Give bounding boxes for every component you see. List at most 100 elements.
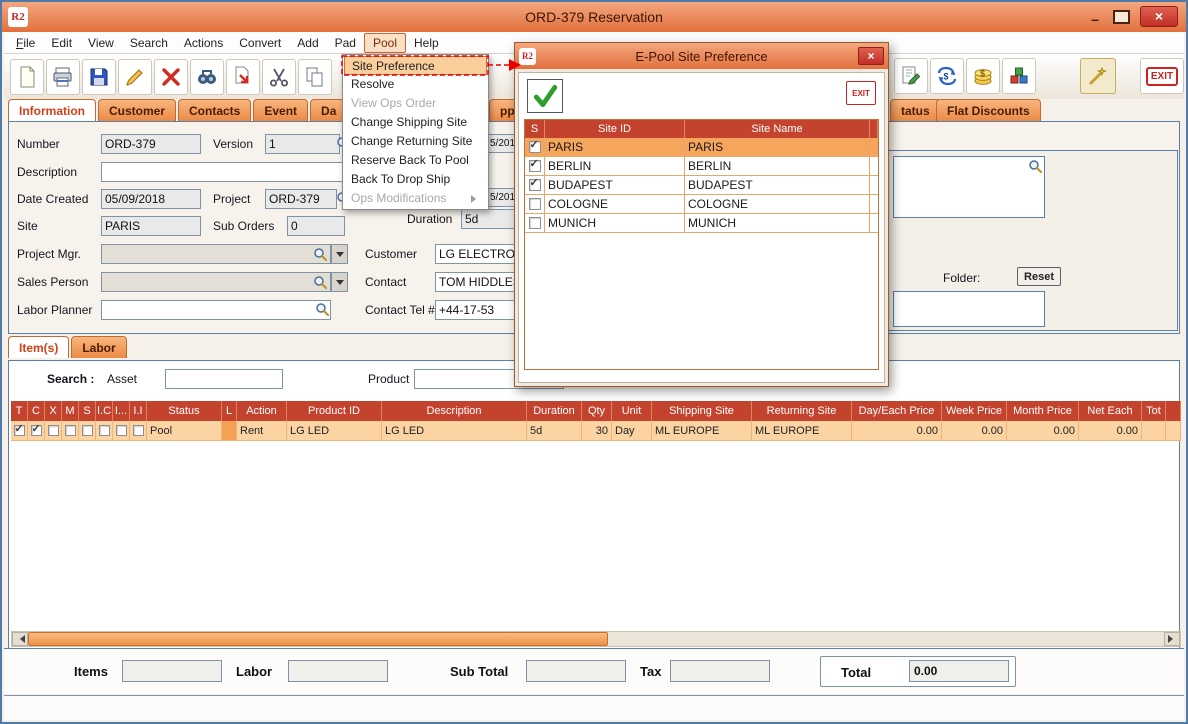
- item-checkbox[interactable]: [116, 425, 127, 436]
- items-column-header-product-id[interactable]: Product ID: [287, 401, 382, 421]
- pool-menu-item-back-to-drop-ship[interactable]: Back To Drop Ship: [344, 170, 487, 189]
- menu-pool[interactable]: Pool: [364, 33, 406, 53]
- copy-button[interactable]: [298, 59, 332, 95]
- horizontal-scrollbar[interactable]: [11, 631, 1181, 647]
- items-column-header-x[interactable]: X: [45, 401, 62, 421]
- close-button[interactable]: ×: [1140, 6, 1178, 27]
- project-mgr-search-icon[interactable]: [313, 247, 327, 264]
- items-column-header-t[interactable]: T: [11, 401, 28, 421]
- scrollbar-track[interactable]: [28, 632, 1164, 646]
- reset-button[interactable]: Reset: [1017, 267, 1061, 286]
- tab-contacts[interactable]: Contacts: [178, 99, 251, 121]
- site-select-cell[interactable]: [525, 157, 545, 175]
- menu-add[interactable]: Add: [289, 34, 326, 52]
- labor-planner-search-icon[interactable]: [315, 302, 329, 319]
- site-row[interactable]: BERLINBERLIN: [525, 157, 878, 176]
- site-checkbox[interactable]: [529, 160, 541, 172]
- site-checkbox[interactable]: [529, 179, 541, 191]
- tab-event[interactable]: Event: [253, 99, 308, 121]
- item-flag-cell[interactable]: [113, 421, 130, 441]
- site-row[interactable]: PARISPARIS: [525, 138, 878, 157]
- menu-help[interactable]: Help: [406, 34, 447, 52]
- delete-button[interactable]: [154, 59, 188, 95]
- tab-flat-discounts[interactable]: Flat Discounts: [936, 99, 1041, 121]
- pool-menu-item-view-ops-order[interactable]: View Ops Order: [344, 94, 487, 113]
- dialog-close-button[interactable]: ×: [858, 47, 884, 65]
- sales-person-dropdown-button[interactable]: [331, 272, 348, 292]
- site-column-header-site-name[interactable]: Site Name: [685, 120, 870, 138]
- items-column-header-s[interactable]: S: [79, 401, 96, 421]
- save-button[interactable]: [82, 59, 116, 95]
- wand-button[interactable]: [1080, 58, 1116, 94]
- item-checkbox[interactable]: [133, 425, 144, 436]
- item-flag-cell[interactable]: [130, 421, 147, 441]
- item-checkbox[interactable]: [99, 425, 110, 436]
- date-created-input[interactable]: [101, 189, 201, 209]
- items-column-header-action[interactable]: Action: [237, 401, 287, 421]
- items-column-header-status[interactable]: Status: [147, 401, 222, 421]
- site-checkbox[interactable]: [529, 217, 541, 229]
- exit-button[interactable]: EXIT: [1140, 58, 1184, 94]
- items-column-header-l[interactable]: L: [222, 401, 237, 421]
- items-total-input[interactable]: [122, 660, 222, 682]
- currency-exchange-button[interactable]: $: [930, 58, 964, 94]
- export-button[interactable]: [226, 59, 260, 95]
- site-checkbox[interactable]: [529, 141, 541, 153]
- items-column-header-month-price[interactable]: Month Price: [1007, 401, 1079, 421]
- duration-input[interactable]: [461, 209, 519, 229]
- items-column-header-description[interactable]: Description: [382, 401, 527, 421]
- products-button[interactable]: [1002, 58, 1036, 94]
- items-column-header-unit[interactable]: Unit: [612, 401, 652, 421]
- customer-input[interactable]: [435, 244, 521, 264]
- items-column-header-tot[interactable]: Tot: [1142, 401, 1166, 421]
- find-button[interactable]: [190, 59, 224, 95]
- tab-item-s[interactable]: Item(s): [8, 336, 69, 358]
- item-flag-cell[interactable]: [62, 421, 79, 441]
- pool-menu-item-ops-modifications[interactable]: Ops Modifications: [344, 189, 487, 208]
- menu-convert[interactable]: Convert: [231, 34, 289, 52]
- site-select-cell[interactable]: [525, 214, 545, 232]
- comments-textarea[interactable]: [893, 156, 1045, 218]
- menu-edit[interactable]: Edit: [43, 34, 80, 52]
- item-checkbox[interactable]: [65, 425, 76, 436]
- menu-pad[interactable]: Pad: [327, 34, 364, 52]
- site-column-header-site-id[interactable]: Site ID: [545, 120, 685, 138]
- item-checkbox[interactable]: [14, 425, 25, 436]
- item-checkbox[interactable]: [48, 425, 59, 436]
- item-flag-cell[interactable]: [96, 421, 113, 441]
- project-mgr-dropdown-button[interactable]: [331, 244, 348, 264]
- labor-total-input[interactable]: [288, 660, 388, 682]
- items-column-header-duration[interactable]: Duration: [527, 401, 582, 421]
- pool-menu-item-change-shipping-site[interactable]: Change Shipping Site: [344, 113, 487, 132]
- scroll-right-button[interactable]: [1164, 632, 1180, 646]
- site-input[interactable]: [101, 216, 201, 236]
- labor-planner-input[interactable]: [101, 300, 331, 320]
- items-column-header-net-each[interactable]: Net Each: [1079, 401, 1142, 421]
- project-input[interactable]: [265, 189, 337, 209]
- items-column-header-i[interactable]: I...: [113, 401, 130, 421]
- tab-customer[interactable]: Customer: [98, 99, 176, 121]
- items-column-header-m[interactable]: M: [62, 401, 79, 421]
- asset-search-input[interactable]: [165, 369, 283, 389]
- cut-button[interactable]: [262, 59, 296, 95]
- sales-person-search-icon[interactable]: [313, 275, 327, 292]
- menu-view[interactable]: View: [80, 34, 122, 52]
- contact-input[interactable]: [435, 272, 521, 292]
- new-document-button[interactable]: [10, 59, 44, 95]
- menu-search[interactable]: Search: [122, 34, 176, 52]
- items-column-header-week-price[interactable]: Week Price: [942, 401, 1007, 421]
- tab-information[interactable]: Information: [8, 99, 96, 121]
- item-checkbox[interactable]: [31, 425, 42, 436]
- print-button[interactable]: [46, 59, 80, 95]
- site-select-cell[interactable]: [525, 176, 545, 194]
- project-mgr-combo[interactable]: [101, 244, 331, 264]
- item-flag-cell[interactable]: [28, 421, 45, 441]
- item-flag-cell[interactable]: [45, 421, 62, 441]
- items-table-row[interactable]: PoolRentLG LEDLG LED5d30DayML EUROPEML E…: [11, 421, 1181, 441]
- edit-button[interactable]: [118, 59, 152, 95]
- site-select-cell[interactable]: [525, 138, 545, 156]
- tax-input[interactable]: [670, 660, 770, 682]
- description-input[interactable]: [101, 162, 347, 182]
- site-row[interactable]: BUDAPESTBUDAPEST: [525, 176, 878, 195]
- comments-search-icon[interactable]: [1028, 159, 1042, 176]
